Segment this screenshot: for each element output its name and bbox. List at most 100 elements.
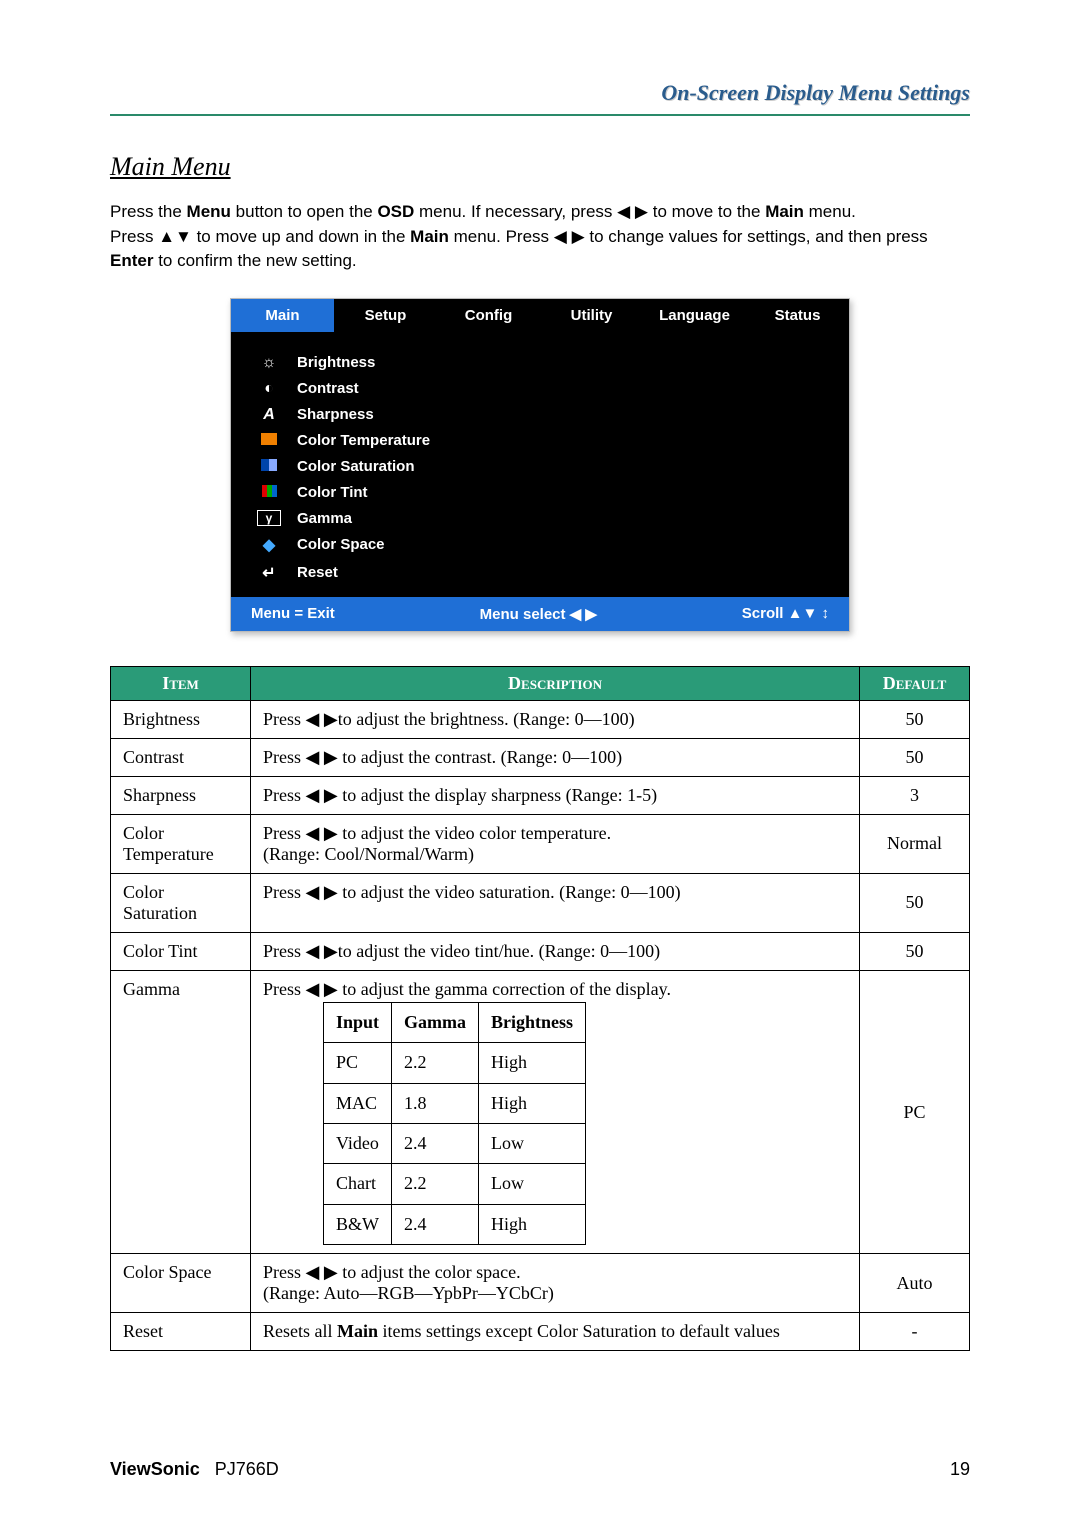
osd-tab-setup[interactable]: Setup [334,299,437,332]
g-c2: 1.8 [392,1083,479,1123]
gamma-row: B&W2.4High [324,1204,586,1244]
arrow-lr-icon: ◀ ▶ [306,882,338,902]
osd-item-gamma[interactable]: γ Gamma [249,506,831,531]
intro-main: Main [765,202,804,221]
osd-item-color-tint[interactable]: Color Tint [249,480,831,506]
desc-text: Resets all [263,1321,337,1341]
arrow-up-down-icon: ▲▼ [158,227,192,246]
osd-tab-status[interactable]: Status [746,299,849,332]
g-c1: Video [324,1124,392,1164]
intro-text: to move up and down in the [192,227,410,246]
osd-item-color-temp[interactable]: Color Temperature [249,428,831,454]
cell-default: 50 [860,932,970,970]
osd-item-sharpness[interactable]: ASharpness [249,402,831,428]
cell-desc: Press ◀ ▶to adjust the brightness. (Rang… [251,700,860,738]
table-row: Gamma Press ◀ ▶ to adjust the gamma corr… [111,970,970,1253]
cell-item: Color Space [111,1254,251,1313]
desc-bold: Main [337,1321,378,1341]
cell-desc: Press ◀ ▶ to adjust the gamma correction… [251,970,860,1253]
intro-main2: Main [410,227,449,246]
contrast-icon: ◐ [257,380,281,398]
settings-table: Item Description Default Brightness Pres… [110,666,970,1351]
col-description: Description [251,666,860,700]
table-row: Color Space Press ◀ ▶ to adjust the colo… [111,1254,970,1313]
intro-text: menu. [804,202,856,221]
osd-footer-right: Scroll ▲▼ ↕ [742,605,829,623]
table-row: Contrast Press ◀ ▶ to adjust the contras… [111,738,970,776]
header-title: On-Screen Display Menu Settings [110,80,970,116]
desc-text: to adjust the color space. [338,1262,521,1282]
intro-text: menu. If necessary, press [414,202,617,221]
intro-text: button to open the [231,202,378,221]
cell-item: Sharpness [111,776,251,814]
arrow-lr-icon: ◀ ▶ [306,823,338,843]
desc-text: Press [263,941,306,961]
desc-text: to adjust the gamma correction of the di… [338,979,671,999]
desc-text: Press [263,882,306,902]
intro-enter: Enter [110,251,153,270]
cell-desc: Press ◀ ▶to adjust the video tint/hue. (… [251,932,860,970]
table-header-row: Item Description Default [111,666,970,700]
cell-default: 50 [860,738,970,776]
gamma-row: Video2.4Low [324,1124,586,1164]
desc-extra: (Range: Auto—RGB—YpbPr—YCbCr) [263,1283,554,1303]
osd-tab-config[interactable]: Config [437,299,540,332]
desc-text: to adjust the video color temperature. [338,823,611,843]
desc-text: items settings except Color Saturation t… [378,1321,780,1341]
color-space-icon: ◆ [257,535,281,555]
cell-default: Normal [860,814,970,873]
cell-item: Color Temperature [111,814,251,873]
intro-osd: OSD [377,202,414,221]
gamma-icon: γ [257,510,281,526]
col-default: Default [860,666,970,700]
reset-icon: ↵ [257,563,281,583]
osd-tab-language[interactable]: Language [643,299,746,332]
desc-text: Press [263,979,306,999]
cell-item: Gamma [111,970,251,1253]
gamma-sub-header: Input Gamma Brightness [324,1002,586,1042]
osd-tab-utility[interactable]: Utility [540,299,643,332]
osd-screenshot: Main Setup Config Utility Language Statu… [230,298,850,632]
g-c2: 2.2 [392,1043,479,1083]
section-title: Main Menu [110,152,970,182]
osd-footer: Menu = Exit Menu select ◀ ▶ Scroll ▲▼ ↕ [231,597,849,631]
table-row: Reset Resets all Main items settings exc… [111,1313,970,1351]
osd-item-contrast[interactable]: ◐Contrast [249,376,831,402]
page: On-Screen Display Menu Settings Main Men… [0,0,1080,1528]
cell-desc: Resets all Main items settings except Co… [251,1313,860,1351]
cell-default: PC [860,970,970,1253]
osd-tabs: Main Setup Config Utility Language Statu… [231,299,849,332]
cell-default: 3 [860,776,970,814]
arrow-lr-icon: ◀ ▶ [306,1262,338,1282]
osd-item-label: Reset [297,564,338,581]
osd-footer-mid: Menu select ◀ ▶ [480,605,597,623]
osd-item-label: Gamma [297,510,352,527]
g-c3: Low [479,1164,586,1204]
gamma-col-input: Input [324,1002,392,1042]
arrow-lr-icon: ◀ ▶ [306,709,338,729]
color-tint-icon [257,484,281,502]
osd-tab-main[interactable]: Main [231,299,334,332]
osd-item-reset[interactable]: ↵ Reset [249,559,831,587]
color-saturation-icon [257,458,281,476]
desc-text: Press [263,709,306,729]
page-footer: ViewSonic PJ766D 19 [110,1459,970,1480]
g-c1: PC [324,1043,392,1083]
cell-desc: Press ◀ ▶ to adjust the video saturation… [251,873,860,932]
cell-item: Reset [111,1313,251,1351]
osd-item-brightness[interactable]: ☼Brightness [249,350,831,376]
desc-extra: (Range: Cool/Normal/Warm) [263,844,474,864]
osd-item-color-space[interactable]: ◆Color Space [249,531,831,559]
g-c3: High [479,1083,586,1123]
intro-menu: Menu [187,202,231,221]
gamma-row: Chart2.2Low [324,1164,586,1204]
footer-brand: ViewSonic [110,1459,200,1479]
g-c2: 2.2 [392,1164,479,1204]
desc-text: to adjust the display sharpness (Range: … [338,785,657,805]
g-c3: High [479,1043,586,1083]
desc-text: to adjust the video tint/hue. (Range: 0—… [338,941,660,961]
intro-text: Press [110,227,158,246]
sharpness-icon: A [257,406,281,424]
osd-item-color-sat[interactable]: Color Saturation [249,454,831,480]
cell-default: 50 [860,873,970,932]
